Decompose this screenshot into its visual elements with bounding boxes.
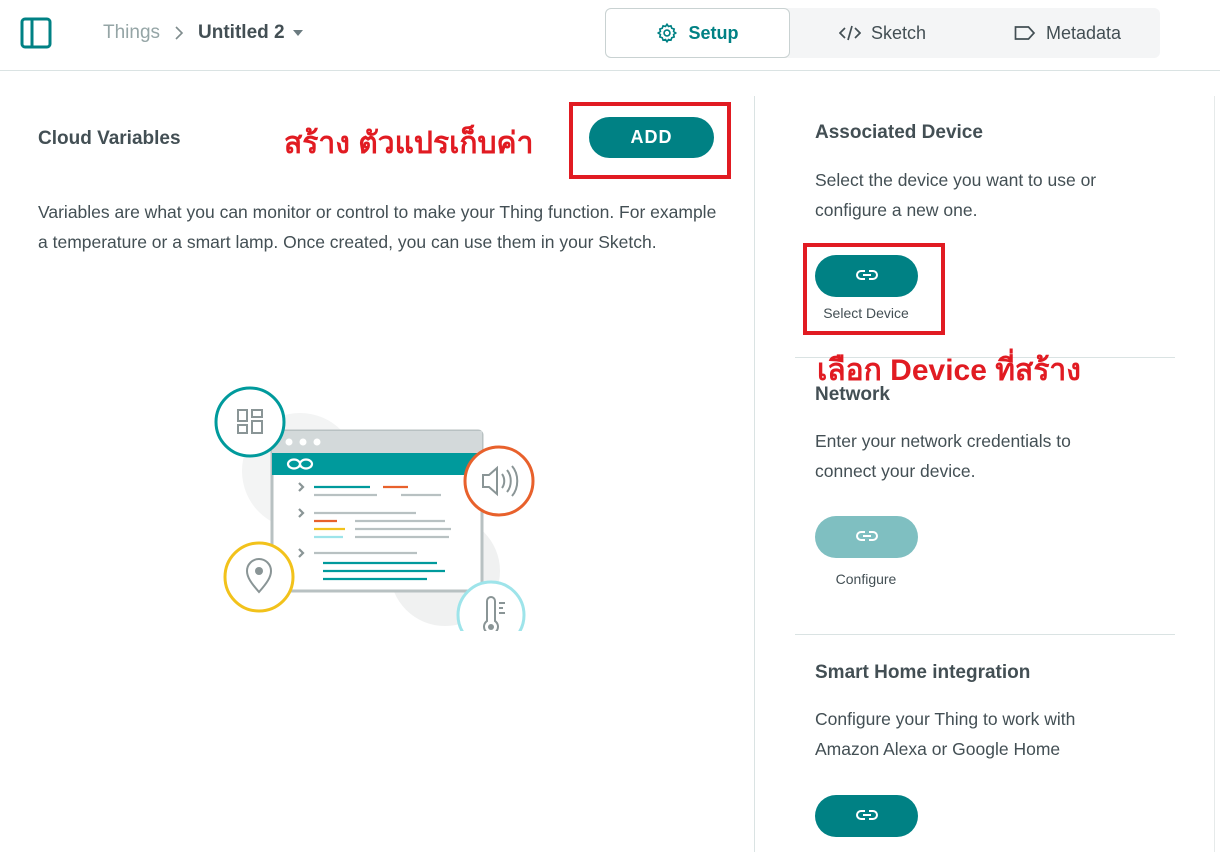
- associated-device-description: Select the device you want to use or con…: [815, 170, 1097, 220]
- annotation-add-note: สร้าง ตัวแปรเก็บค่า: [284, 127, 534, 160]
- link-icon: [855, 530, 878, 545]
- network-title: Network: [815, 384, 890, 405]
- associated-device-title: Associated Device: [815, 122, 983, 143]
- tab-setup-label: Setup: [688, 22, 739, 43]
- configure-network-button[interactable]: [815, 516, 918, 558]
- cloud-variables-panel: Cloud Variables สร้าง ตัวแปรเก็บค่า ADD …: [0, 71, 754, 852]
- network-description: Enter your network credentials to connec…: [815, 431, 1071, 481]
- add-variable-button[interactable]: ADD: [589, 117, 714, 158]
- breadcrumb: Things Untitled 2: [103, 20, 303, 46]
- smart-home-integration-button[interactable]: [815, 795, 918, 837]
- tab-sketch[interactable]: Sketch: [790, 8, 975, 58]
- speaker-icon: [463, 445, 535, 517]
- section-divider: [795, 634, 1175, 635]
- tab-metadata[interactable]: Metadata: [975, 8, 1160, 58]
- device-settings-panel: Associated Device Select the device you …: [755, 71, 1215, 852]
- sidebar-toggle-icon[interactable]: [20, 17, 52, 49]
- cloud-variables-description: Variables are what you can monitor or co…: [38, 202, 717, 252]
- gear-icon: [656, 22, 678, 44]
- tab-sketch-label: Sketch: [870, 22, 927, 43]
- cloud-variables-title: Cloud Variables: [38, 128, 181, 149]
- select-device-button[interactable]: [815, 255, 918, 297]
- variables-illustration: [214, 386, 535, 631]
- code-icon: [838, 24, 861, 42]
- smart-home-title: Smart Home integration: [815, 662, 1031, 683]
- location-pin-icon: [223, 541, 295, 613]
- thing-name: Untitled 2: [198, 22, 285, 43]
- dashboard-icon: [214, 386, 286, 458]
- chevron-right-icon: [174, 26, 184, 40]
- link-icon: [855, 269, 878, 284]
- breadcrumb-things-link[interactable]: Things: [103, 22, 160, 44]
- caret-down-icon: [292, 30, 303, 36]
- tab-setup[interactable]: Setup: [605, 8, 790, 58]
- link-icon: [855, 809, 878, 824]
- code-window: [270, 429, 484, 593]
- tag-icon: [1014, 25, 1036, 41]
- tab-metadata-label: Metadata: [1045, 22, 1122, 43]
- smart-home-description: Configure your Thing to work with Amazon…: [815, 709, 1076, 759]
- configure-network-caption[interactable]: Configure: [796, 571, 936, 587]
- select-device-caption[interactable]: Select Device: [796, 305, 936, 321]
- thing-name-dropdown[interactable]: Untitled 2: [198, 22, 303, 44]
- top-bar: Things Untitled 2 Setup Sketch Metadata: [0, 0, 1220, 71]
- tab-bar: Setup Sketch Metadata: [605, 8, 1160, 58]
